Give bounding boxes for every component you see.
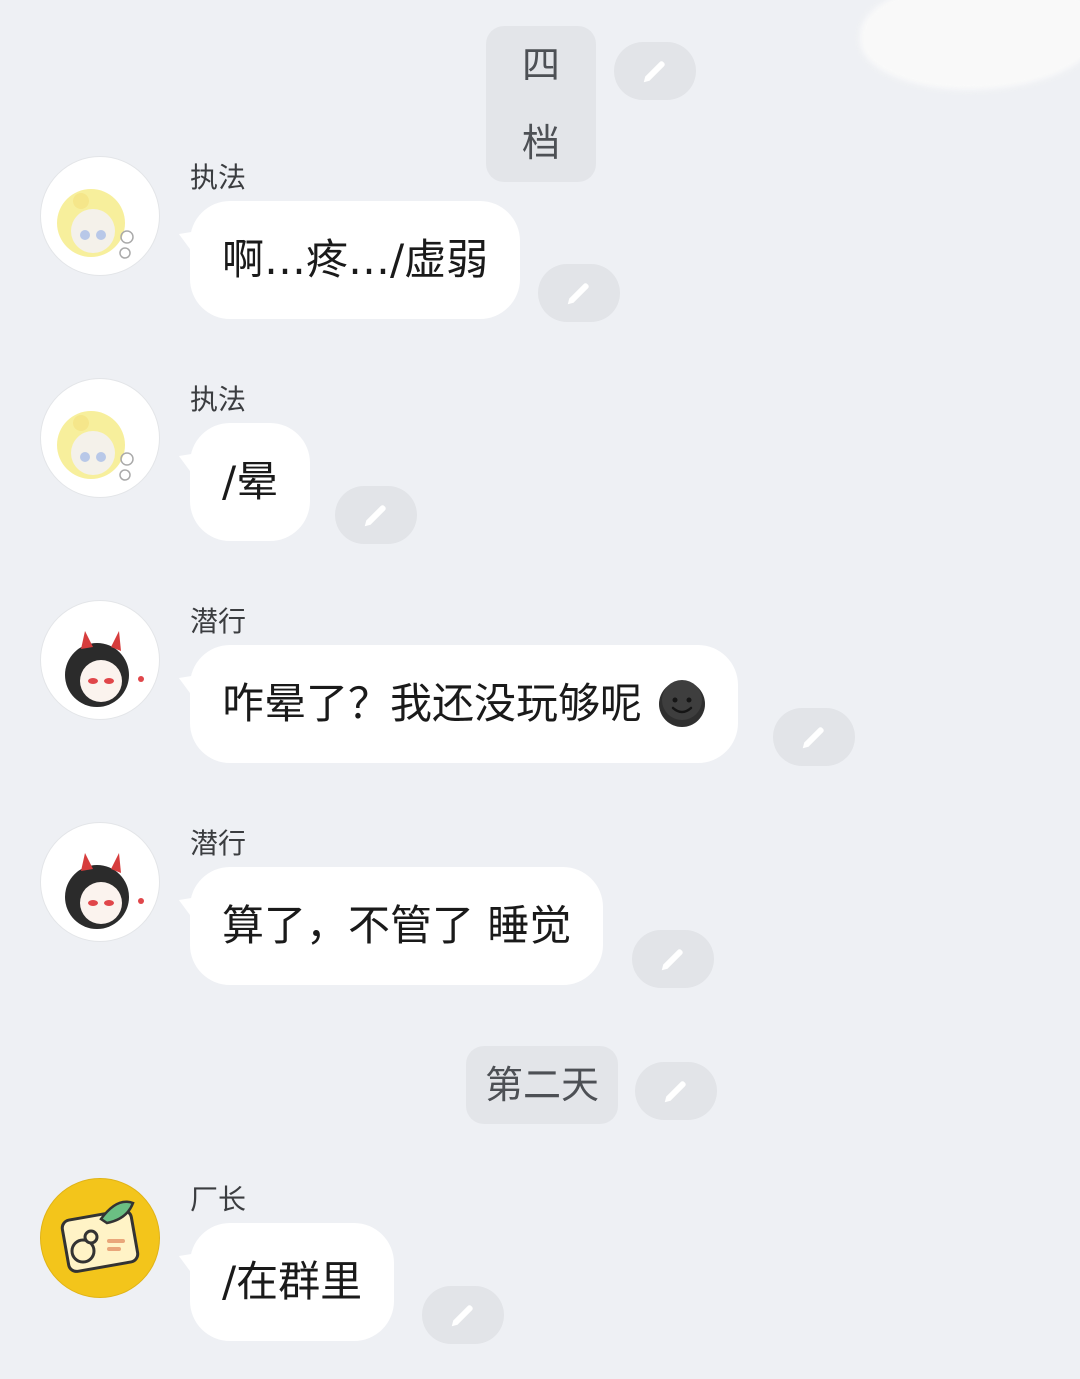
sender-name: 厂长 xyxy=(190,1183,247,1216)
pencil-icon xyxy=(802,727,824,749)
edit-message-button[interactable] xyxy=(538,264,620,322)
pencil-icon xyxy=(661,949,683,971)
avatar-qianxing[interactable] xyxy=(40,822,160,942)
edit-divider-button[interactable] xyxy=(614,42,696,100)
edit-message-button[interactable] xyxy=(422,1286,504,1344)
dark-smiley-emoji-icon xyxy=(659,679,706,727)
devil-horn-chibi-avatar-icon xyxy=(65,631,144,707)
sender-name: 潜行 xyxy=(190,605,247,638)
sender-name: 潜行 xyxy=(190,827,247,860)
yellow-hair-chibi-avatar-icon xyxy=(57,189,134,259)
pencil-icon xyxy=(567,283,589,305)
sender-name: 执法 xyxy=(190,383,247,416)
message-bubble[interactable]: 咋晕了？我还没玩够呢 xyxy=(190,645,739,763)
devil-horn-chibi-avatar-icon xyxy=(65,853,144,929)
message-bubble[interactable]: 算了，不管了 睡觉 xyxy=(190,867,604,985)
gourd-badge-avatar-icon xyxy=(60,1200,140,1273)
chat-screen: 四档 执法 啊…疼…/虚弱 执法 /晕 潜行 咋晕了？我还没玩够呢 潜行 算了，… xyxy=(0,0,1080,1379)
edit-divider-button[interactable] xyxy=(635,1062,717,1120)
pencil-icon xyxy=(664,1081,686,1103)
edit-message-button[interactable] xyxy=(632,930,714,988)
avatar-zhifa[interactable] xyxy=(40,378,160,498)
edit-message-button[interactable] xyxy=(335,486,417,544)
yellow-hair-chibi-avatar-icon xyxy=(57,411,134,481)
pencil-icon xyxy=(643,61,665,83)
sender-name: 执法 xyxy=(190,161,247,194)
message-bubble[interactable]: /晕 xyxy=(190,423,311,541)
avatar-changzhang[interactable] xyxy=(40,1178,160,1298)
corner-smudge xyxy=(860,0,1080,90)
pencil-icon xyxy=(364,505,386,527)
avatar-zhifa[interactable] xyxy=(40,156,160,276)
day-divider-chip: 第二天 xyxy=(466,1046,618,1124)
avatar-qianxing[interactable] xyxy=(40,600,160,720)
chapter-divider-chip: 四档 xyxy=(486,26,596,182)
message-bubble[interactable]: /在群里 xyxy=(190,1223,395,1341)
edit-message-button[interactable] xyxy=(773,708,855,766)
message-text: 咋晕了？我还没玩够呢 xyxy=(222,679,643,728)
pencil-icon xyxy=(451,1305,473,1327)
message-bubble[interactable]: 啊…疼…/虚弱 xyxy=(190,201,521,319)
